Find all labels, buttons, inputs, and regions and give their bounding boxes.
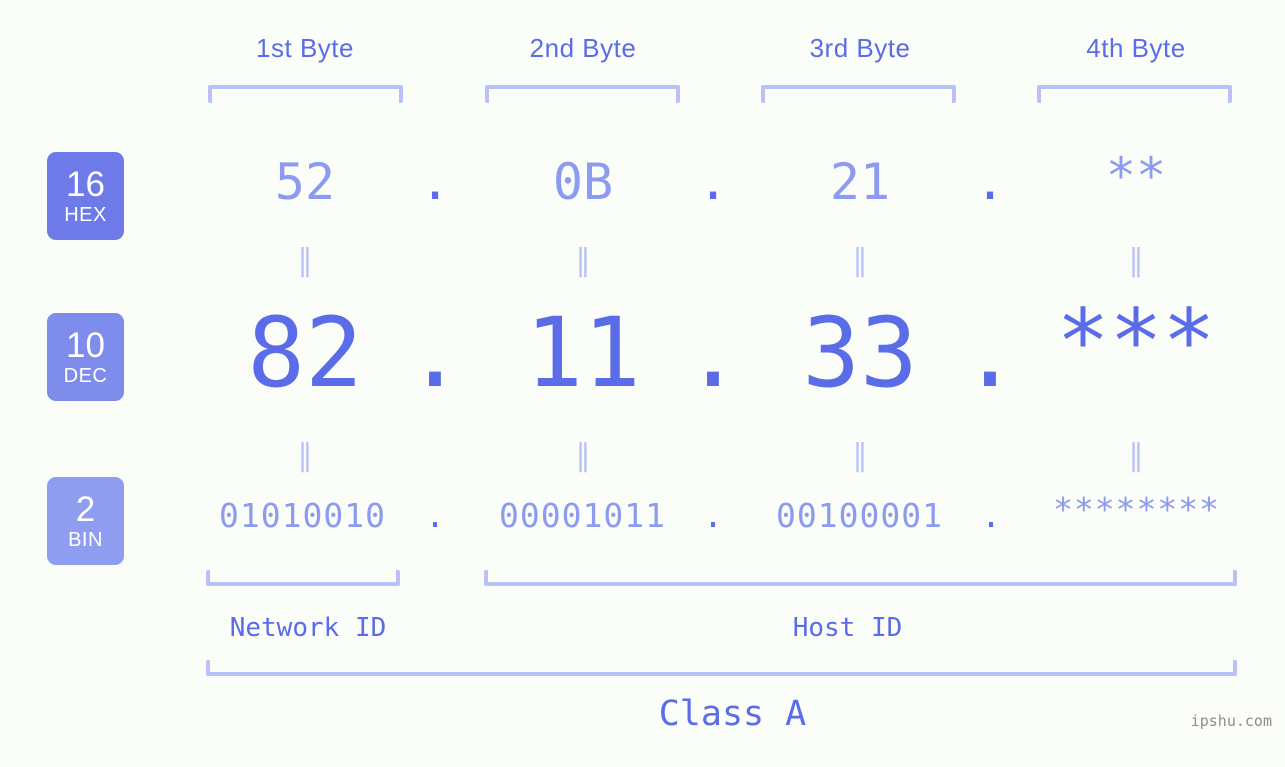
byte-header-1: 1st Byte [256, 33, 354, 63]
equality-connector-hex-dec-4: ‖ [1128, 243, 1144, 278]
ip-address-breakdown-diagram: 1st Byte 2nd Byte 3rd Byte 4th Byte 16 H… [0, 0, 1285, 767]
byte-header-3: 3rd Byte [809, 33, 911, 63]
host-id-label: Host ID [792, 613, 903, 643]
base-badge-hex-name: HEX [64, 204, 107, 226]
byte-header-2: 2nd Byte [529, 33, 637, 63]
base-badge-hex: 16 HEX [47, 152, 124, 240]
base-badge-bin-name: BIN [68, 529, 103, 551]
base-badge-hex-number: 16 [66, 165, 105, 204]
byte-header-4: 4th Byte [1086, 33, 1186, 63]
equality-connector-hex-dec-3: ‖ [852, 243, 868, 278]
equality-connector-hex-dec-2: ‖ [575, 243, 591, 278]
base-badge-bin: 2 BIN [47, 477, 124, 565]
byte-bracket-3 [761, 85, 956, 103]
base-badge-dec-number: 10 [66, 326, 105, 365]
base-badge-dec-name: DEC [63, 365, 108, 387]
network-id-bracket [206, 570, 400, 586]
byte-bracket-2 [485, 85, 680, 103]
host-id-bracket [484, 570, 1237, 586]
equality-connector-dec-bin-1: ‖ [297, 438, 313, 473]
base-badge-bin-number: 2 [75, 490, 96, 529]
equality-connector-dec-bin-3: ‖ [852, 438, 868, 473]
class-label: Class A [658, 694, 807, 734]
equality-connector-dec-bin-4: ‖ [1128, 438, 1144, 473]
network-id-label: Network ID [229, 613, 387, 643]
bin-byte-4: ******** [1053, 490, 1220, 529]
base-badge-dec: 10 DEC [47, 313, 124, 401]
hex-byte-4: ** [1105, 147, 1167, 205]
site-watermark: ipshu.com [1190, 712, 1272, 730]
byte-bracket-1 [208, 85, 403, 103]
class-bracket [206, 660, 1237, 676]
equality-connector-dec-bin-2: ‖ [575, 438, 591, 473]
equality-connector-hex-dec-1: ‖ [297, 243, 313, 278]
dec-byte-4: *** [1056, 290, 1216, 393]
byte-bracket-4 [1037, 85, 1232, 103]
